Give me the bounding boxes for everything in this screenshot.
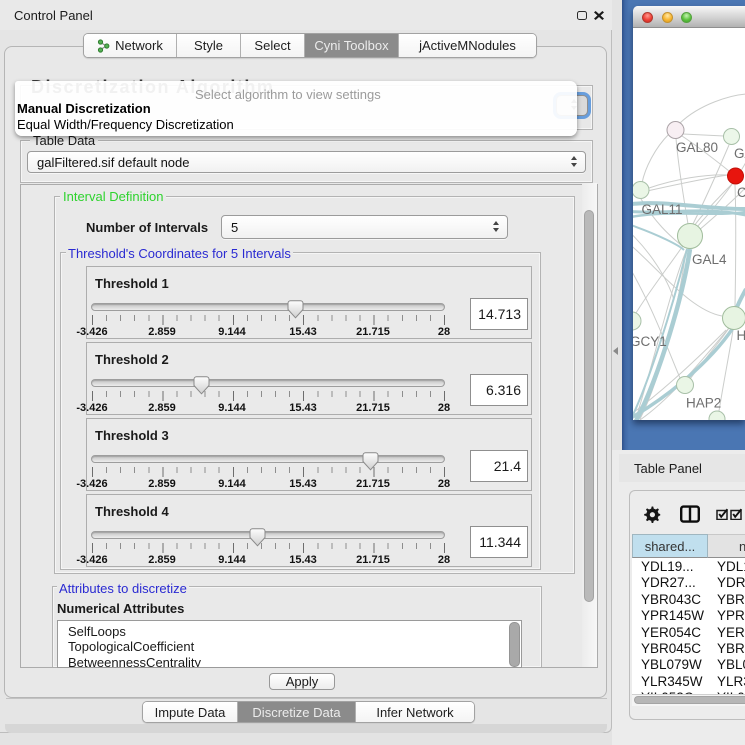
svg-text:C: C xyxy=(737,185,745,200)
svg-text:HAP2: HAP2 xyxy=(686,396,721,411)
svg-text:GAL: GAL xyxy=(734,146,745,161)
svg-text:GAL11: GAL11 xyxy=(642,202,683,217)
svg-text:GCY1: GCY1 xyxy=(633,334,667,349)
svg-text:GAL80: GAL80 xyxy=(676,140,718,155)
svg-text:GAL4: GAL4 xyxy=(692,252,727,267)
svg-text:H: H xyxy=(737,328,745,343)
